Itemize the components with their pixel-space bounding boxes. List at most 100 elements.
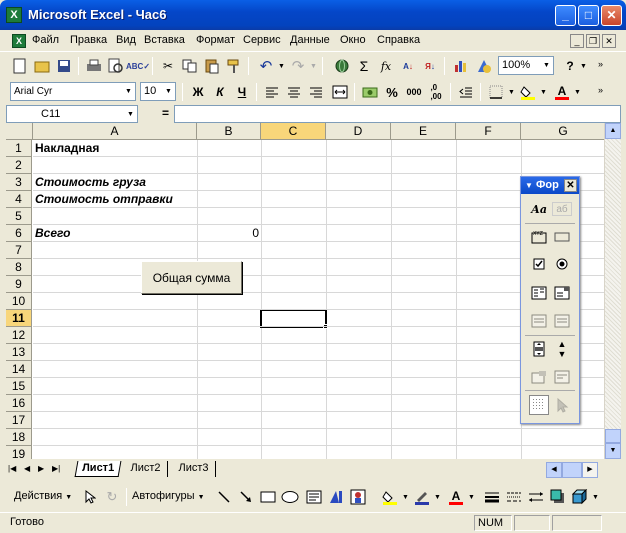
row-header-6[interactable]: 6 xyxy=(6,225,32,242)
line-style-icon[interactable] xyxy=(482,487,502,507)
edit-box-control-button[interactable]: аб xyxy=(552,202,572,216)
copy-icon[interactable] xyxy=(180,56,200,76)
sort-descending-icon[interactable]: Я ↓ xyxy=(420,56,440,76)
first-sheet-icon[interactable]: |◀ xyxy=(8,464,16,473)
align-left-icon[interactable] xyxy=(262,82,282,102)
option-button-control-icon[interactable] xyxy=(552,254,572,274)
free-rotate-icon[interactable]: ↻ xyxy=(102,487,122,507)
button-control-icon[interactable] xyxy=(552,227,572,247)
redo-icon[interactable]: ↷ xyxy=(288,56,308,76)
align-center-icon[interactable] xyxy=(284,82,304,102)
minimize-button[interactable]: _ xyxy=(555,5,576,26)
run-dialog-icon[interactable] xyxy=(552,395,572,415)
arrow-icon[interactable] xyxy=(236,487,256,507)
clip-art-icon[interactable] xyxy=(348,487,368,507)
row-header-13[interactable]: 13 xyxy=(6,344,32,361)
forms-close-icon[interactable]: ✕ xyxy=(564,179,577,192)
save-icon[interactable] xyxy=(54,56,74,76)
combo-dropdown-edit-icon[interactable] xyxy=(552,311,572,331)
print-icon[interactable] xyxy=(84,56,104,76)
control-properties-icon[interactable] xyxy=(529,367,549,387)
group-box-icon[interactable]: XYZ xyxy=(529,227,549,247)
vertical-scroll-track[interactable] xyxy=(605,139,621,429)
increase-decimal-icon[interactable]: ,0,00 xyxy=(426,82,446,102)
open-icon[interactable] xyxy=(32,56,52,76)
wordart-icon[interactable] xyxy=(326,487,346,507)
forms-toolbar-titlebar[interactable]: ▼ Фор ✕ xyxy=(521,177,579,194)
hyperlink-icon[interactable] xyxy=(332,56,352,76)
scroll-up-icon[interactable]: ▲ xyxy=(605,123,621,139)
percent-button[interactable]: % xyxy=(382,82,402,102)
combo-box-control-icon[interactable] xyxy=(552,283,572,303)
chart-wizard-icon[interactable] xyxy=(452,56,472,76)
row-header-4[interactable]: 4 xyxy=(6,191,32,208)
redo-dropdown-icon[interactable]: ▼ xyxy=(310,63,317,70)
toggle-grid-icon[interactable] xyxy=(529,395,549,415)
menu-window[interactable]: Окно xyxy=(340,34,366,46)
column-header-e[interactable]: E xyxy=(391,123,456,140)
draw-fill-dropdown-icon[interactable]: ▼ xyxy=(402,494,409,501)
menu-data[interactable]: Данные xyxy=(290,34,330,46)
drawing-toggle-icon[interactable] xyxy=(474,56,494,76)
column-header-c[interactable]: C xyxy=(261,123,326,140)
cut-icon[interactable]: ✂ xyxy=(158,56,178,76)
decrease-indent-icon[interactable] xyxy=(456,82,476,102)
fill-color-icon[interactable] xyxy=(518,82,538,102)
borders-dropdown-icon[interactable]: ▼ xyxy=(508,89,515,96)
label-control-button[interactable]: Аа xyxy=(529,199,549,219)
select-all-corner[interactable] xyxy=(6,123,33,140)
column-header-d[interactable]: D xyxy=(326,123,391,140)
merge-center-icon[interactable] xyxy=(330,82,350,102)
currency-icon[interactable] xyxy=(360,82,380,102)
3d-style-icon[interactable] xyxy=(570,487,590,507)
horizontal-scroll-thumb[interactable] xyxy=(562,462,582,478)
draw-font-color-icon[interactable]: A xyxy=(446,487,466,507)
document-icon[interactable]: X xyxy=(12,34,26,48)
row-header-17[interactable]: 17 xyxy=(6,412,32,429)
row-header-8[interactable]: 8 xyxy=(6,259,32,276)
doc-close-button[interactable]: ✕ xyxy=(602,34,616,48)
column-header-g[interactable]: G xyxy=(521,123,604,140)
checkbox-control-icon[interactable] xyxy=(529,254,549,274)
row-header-12[interactable]: 12 xyxy=(6,327,32,344)
new-icon[interactable] xyxy=(10,56,30,76)
line-color-dropdown-icon[interactable]: ▼ xyxy=(434,494,441,501)
cell-b6[interactable]: 0 xyxy=(197,225,259,242)
thousands-button[interactable]: 000 xyxy=(404,82,424,102)
cell-a6[interactable]: Всего xyxy=(35,225,70,242)
toolbar-menu-icon[interactable]: ▼ xyxy=(525,181,533,190)
sheet-tab-2[interactable]: Лист2 xyxy=(124,461,168,477)
scroll-left-icon[interactable]: ◀ xyxy=(546,462,562,478)
spelling-icon[interactable]: ABC✓ xyxy=(126,56,150,76)
column-header-a[interactable]: A xyxy=(33,123,197,140)
combo-list-edit-icon[interactable] xyxy=(529,311,549,331)
row-header-14[interactable]: 14 xyxy=(6,361,32,378)
toolbar-options-icon[interactable]: » xyxy=(598,85,603,95)
close-button[interactable]: ✕ xyxy=(601,5,622,26)
prev-sheet-icon[interactable]: ◀ xyxy=(24,464,30,473)
row-header-3[interactable]: 3 xyxy=(6,174,32,191)
text-box-icon[interactable] xyxy=(304,487,324,507)
function-icon[interactable]: fx xyxy=(376,56,396,76)
doc-restore-button[interactable]: ❐ xyxy=(586,34,600,48)
undo-icon[interactable]: ↶ xyxy=(256,56,276,76)
cell-a4[interactable]: Стоимость отправки xyxy=(35,191,173,208)
oval-icon[interactable] xyxy=(280,487,300,507)
select-objects-icon[interactable] xyxy=(80,487,100,507)
row-header-1[interactable]: 1 xyxy=(6,140,32,157)
font-select[interactable]: Arial Cyr ▼ xyxy=(10,82,136,101)
font-color-dropdown-icon[interactable]: ▼ xyxy=(574,89,581,96)
column-header-f[interactable]: F xyxy=(456,123,521,140)
shadow-style-icon[interactable] xyxy=(548,487,568,507)
paste-icon[interactable] xyxy=(202,56,222,76)
format-painter-icon[interactable] xyxy=(224,56,244,76)
sheet-tab-1[interactable]: Лист1 xyxy=(74,461,122,477)
name-box[interactable]: C11 ▼ xyxy=(6,105,138,123)
print-preview-icon[interactable] xyxy=(106,56,126,76)
row-header-11[interactable]: 11 xyxy=(6,310,32,327)
line-icon[interactable] xyxy=(214,487,234,507)
line-color-icon[interactable] xyxy=(412,487,432,507)
row-header-9[interactable]: 9 xyxy=(6,276,32,293)
list-box-control-icon[interactable] xyxy=(529,283,549,303)
menu-file[interactable]: Файл xyxy=(32,34,59,46)
